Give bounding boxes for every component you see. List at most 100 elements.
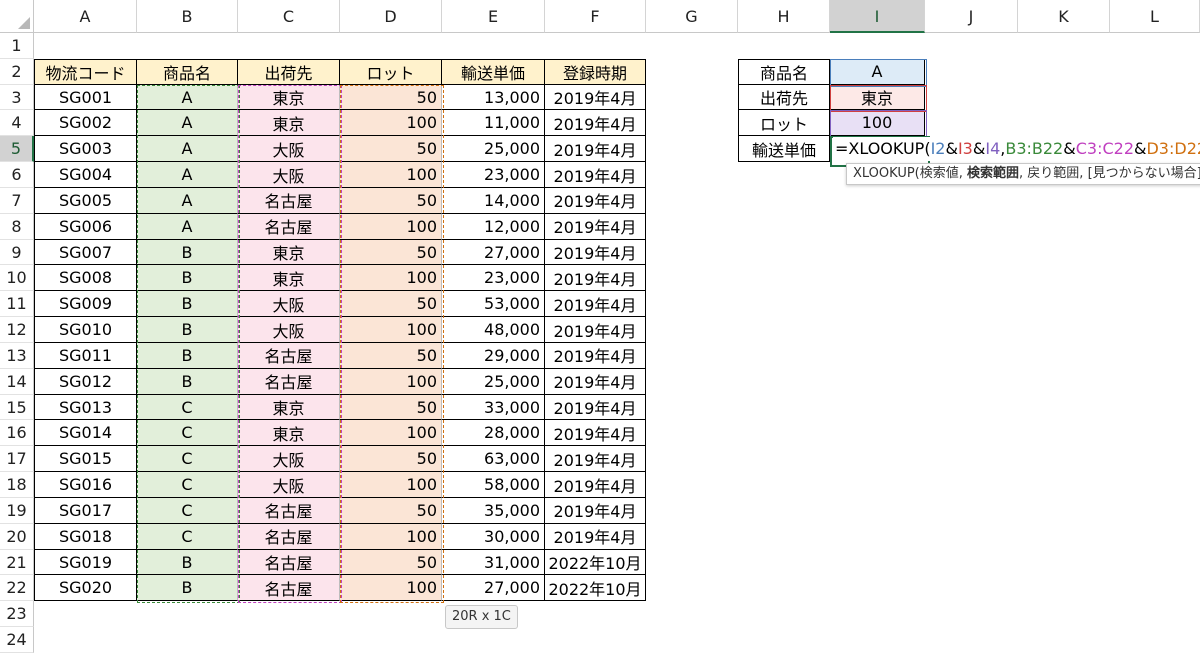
table-cell[interactable]: 2019年4月: [545, 317, 646, 343]
table-cell[interactable]: 50: [340, 239, 442, 266]
table-cell[interactable]: B: [137, 368, 238, 395]
table-cell[interactable]: A: [137, 136, 238, 163]
table-header-cell[interactable]: 商品名: [137, 58, 238, 85]
column-header-j[interactable]: J: [925, 0, 1018, 33]
row-header-17[interactable]: 17: [0, 446, 34, 473]
table-cell[interactable]: 100: [340, 265, 442, 292]
table-cell[interactable]: 2019年4月: [545, 162, 646, 188]
table-header-cell[interactable]: 物流コード: [34, 58, 137, 85]
table-cell[interactable]: SG015: [34, 446, 137, 473]
column-header-b[interactable]: B: [137, 0, 238, 33]
table-cell[interactable]: 27,000: [442, 239, 545, 266]
table-cell[interactable]: C: [137, 523, 238, 550]
table-cell[interactable]: 11,000: [442, 110, 545, 137]
table-cell[interactable]: 58,000: [442, 472, 545, 498]
table-cell[interactable]: 2019年4月: [545, 187, 646, 214]
column-header-c[interactable]: C: [238, 0, 340, 33]
table-cell[interactable]: 名古屋: [238, 213, 340, 240]
table-cell[interactable]: 東京: [238, 84, 340, 111]
table-cell[interactable]: B: [137, 549, 238, 576]
row-header-3[interactable]: 3: [0, 84, 34, 111]
table-cell[interactable]: SG006: [34, 213, 137, 240]
row-header-22[interactable]: 22: [0, 575, 34, 602]
table-cell[interactable]: A: [137, 213, 238, 240]
column-header-e[interactable]: E: [442, 0, 545, 33]
table-header-cell[interactable]: 登録時期: [545, 58, 646, 85]
table-cell[interactable]: 2019年4月: [545, 523, 646, 550]
row-header-13[interactable]: 13: [0, 342, 34, 369]
column-header-a[interactable]: A: [34, 0, 137, 33]
column-header-d[interactable]: D: [340, 0, 442, 33]
table-cell[interactable]: 30,000: [442, 523, 545, 550]
table-cell[interactable]: 2019年4月: [545, 84, 646, 111]
table-cell[interactable]: 2019年4月: [545, 110, 646, 137]
table-cell[interactable]: 100: [340, 575, 442, 602]
table-cell[interactable]: 2019年4月: [545, 213, 646, 240]
formula-in-cell[interactable]: =XLOOKUP(I2&I3&I4,B3:B22&C3:C22&D3:D22: [833, 137, 1200, 161]
column-header-k[interactable]: K: [1018, 0, 1110, 33]
table-cell[interactable]: 53,000: [442, 291, 545, 318]
table-cell[interactable]: SG010: [34, 317, 137, 343]
table-cell[interactable]: B: [137, 291, 238, 318]
table-cell[interactable]: 名古屋: [238, 523, 340, 550]
table-cell[interactable]: 100: [340, 472, 442, 498]
table-cell[interactable]: 48,000: [442, 317, 545, 343]
table-cell[interactable]: C: [137, 472, 238, 498]
table-cell[interactable]: SG009: [34, 291, 137, 318]
table-cell[interactable]: SG012: [34, 368, 137, 395]
table-cell[interactable]: 100: [340, 317, 442, 343]
table-cell[interactable]: B: [137, 575, 238, 602]
row-header-5[interactable]: 5: [0, 136, 34, 163]
table-cell[interactable]: 名古屋: [238, 187, 340, 214]
table-cell[interactable]: 大阪: [238, 162, 340, 188]
table-cell[interactable]: SG003: [34, 136, 137, 163]
table-cell[interactable]: 27,000: [442, 575, 545, 602]
lookup-value[interactable]: A: [830, 58, 925, 85]
table-cell[interactable]: SG004: [34, 162, 137, 188]
row-header-8[interactable]: 8: [0, 213, 34, 240]
table-cell[interactable]: SG014: [34, 420, 137, 447]
table-cell[interactable]: 2019年4月: [545, 291, 646, 318]
table-cell[interactable]: SG008: [34, 265, 137, 292]
table-cell[interactable]: SG013: [34, 394, 137, 421]
table-cell[interactable]: 東京: [238, 239, 340, 266]
table-cell[interactable]: 2019年4月: [545, 420, 646, 447]
table-cell[interactable]: 2019年4月: [545, 446, 646, 473]
lookup-label[interactable]: ロット: [738, 110, 830, 137]
table-cell[interactable]: A: [137, 162, 238, 188]
table-cell[interactable]: 2019年4月: [545, 342, 646, 369]
table-cell[interactable]: SG017: [34, 497, 137, 524]
row-header-14[interactable]: 14: [0, 368, 34, 395]
table-cell[interactable]: C: [137, 446, 238, 473]
table-cell[interactable]: 2022年10月: [545, 549, 646, 576]
lookup-label[interactable]: 商品名: [738, 58, 830, 85]
table-cell[interactable]: 50: [340, 187, 442, 214]
table-cell[interactable]: A: [137, 187, 238, 214]
table-cell[interactable]: 2022年10月: [545, 575, 646, 602]
table-cell[interactable]: 名古屋: [238, 549, 340, 576]
tooltip-func[interactable]: XLOOKUP(: [853, 166, 920, 181]
table-cell[interactable]: 29,000: [442, 342, 545, 369]
table-cell[interactable]: 2019年4月: [545, 368, 646, 395]
table-cell[interactable]: C: [137, 394, 238, 421]
row-header-20[interactable]: 20: [0, 523, 34, 550]
table-header-cell[interactable]: 出荷先: [238, 58, 340, 85]
table-cell[interactable]: A: [137, 84, 238, 111]
row-header-6[interactable]: 6: [0, 162, 34, 188]
table-cell[interactable]: 12,000: [442, 213, 545, 240]
table-cell[interactable]: 100: [340, 420, 442, 447]
row-header-11[interactable]: 11: [0, 291, 34, 318]
row-header-23[interactable]: 23: [0, 601, 34, 628]
table-cell[interactable]: 東京: [238, 110, 340, 137]
table-cell[interactable]: 50: [340, 497, 442, 524]
lookup-label[interactable]: 輸送単価: [738, 136, 830, 163]
table-cell[interactable]: B: [137, 342, 238, 369]
table-cell[interactable]: SG018: [34, 523, 137, 550]
table-cell[interactable]: B: [137, 317, 238, 343]
row-header-7[interactable]: 7: [0, 187, 34, 214]
table-cell[interactable]: 東京: [238, 265, 340, 292]
table-cell[interactable]: B: [137, 239, 238, 266]
table-cell[interactable]: 50: [340, 394, 442, 421]
row-header-9[interactable]: 9: [0, 239, 34, 266]
table-cell[interactable]: 名古屋: [238, 575, 340, 602]
